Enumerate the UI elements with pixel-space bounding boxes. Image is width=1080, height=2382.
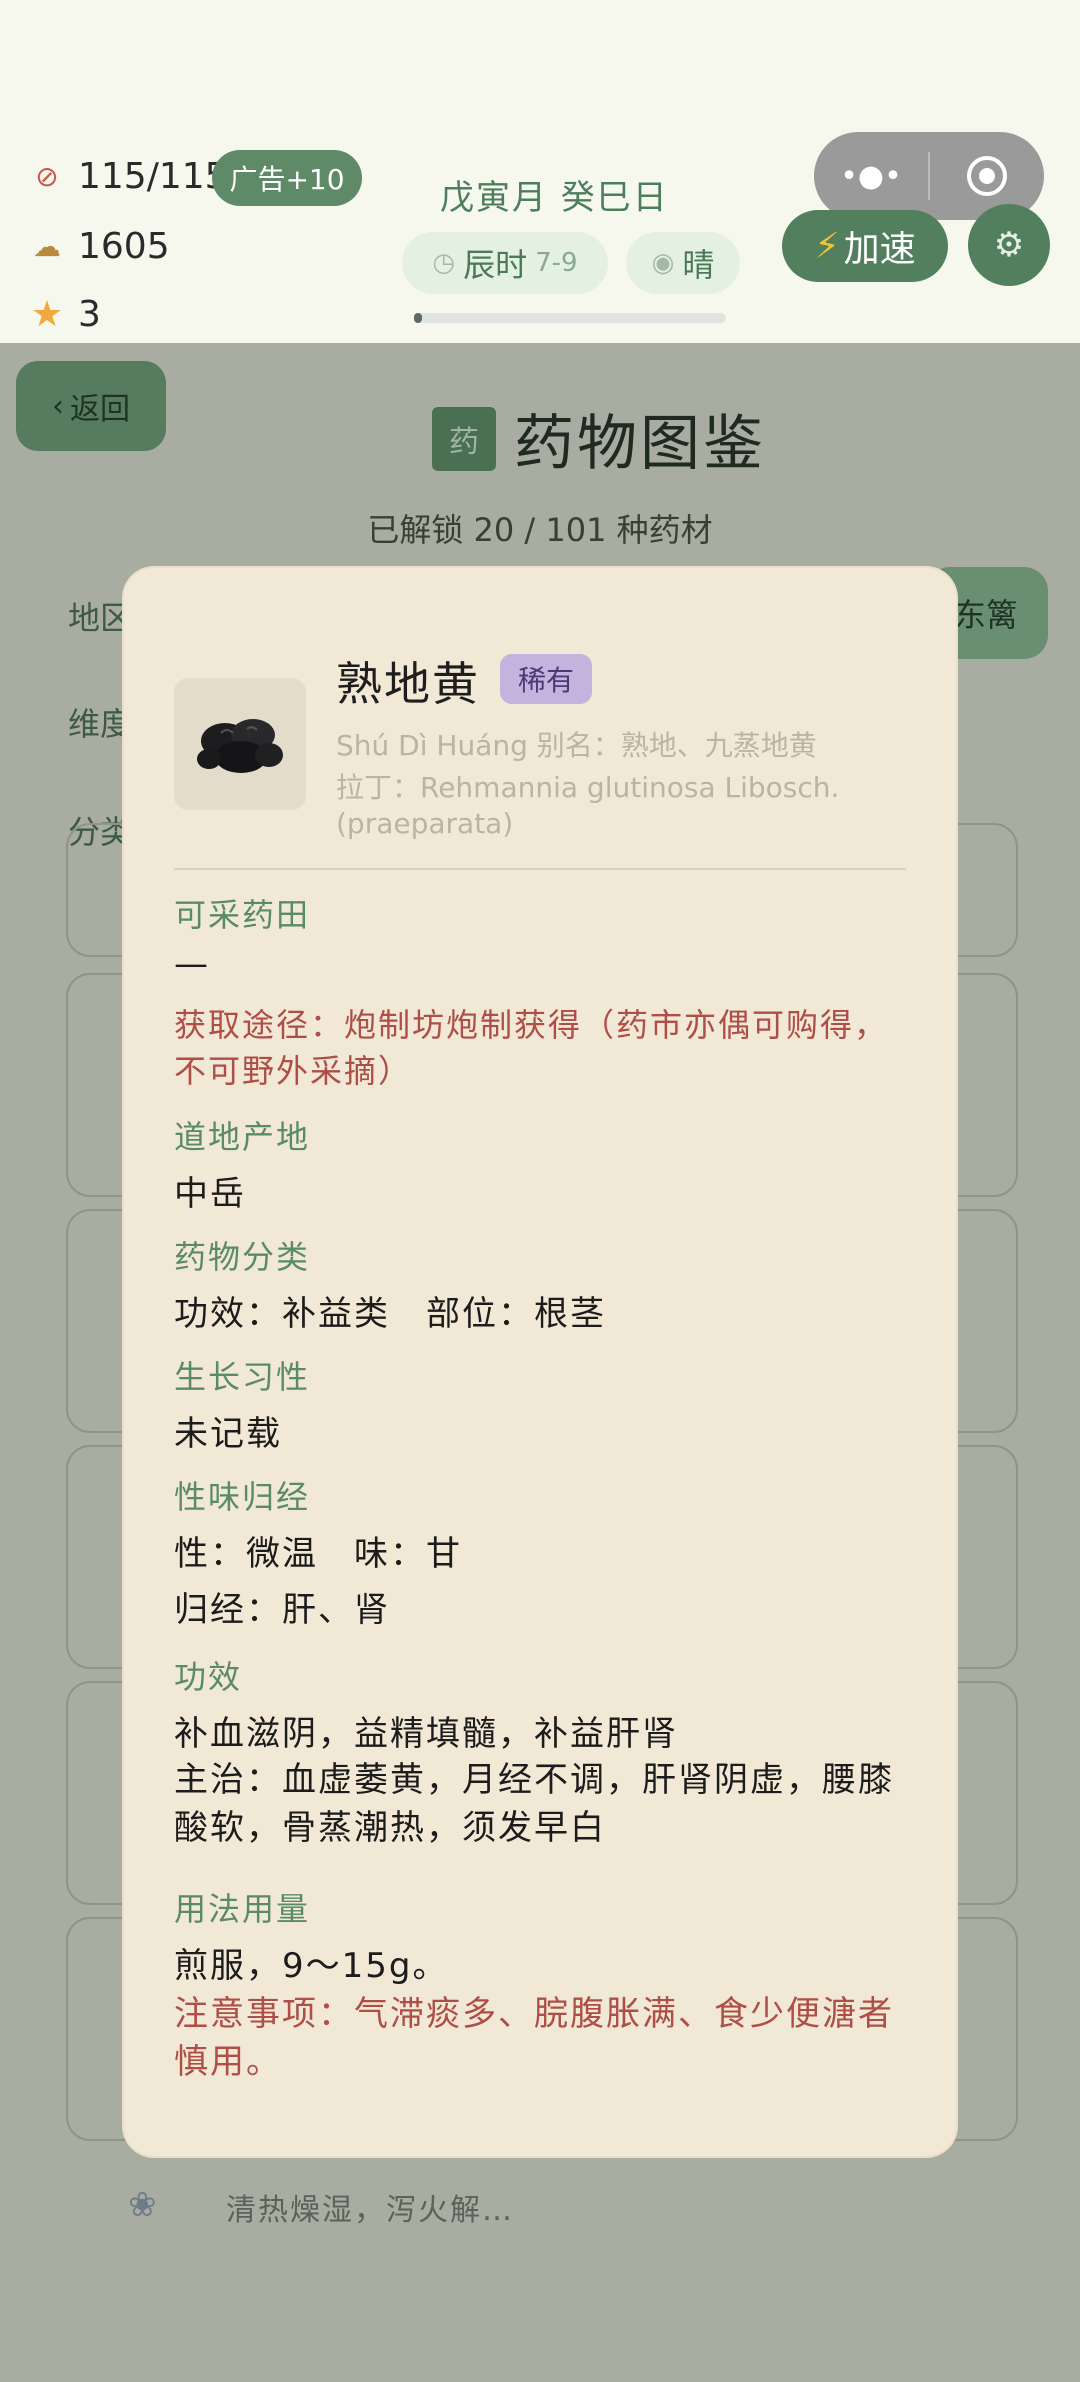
herb-pinyin-alias: Shú Dì Huáng 别名：熟地、九蒸地黄	[336, 729, 817, 762]
habit-value: 未记载	[174, 1414, 282, 1454]
herb-thumb-icon: ❀	[128, 2185, 157, 2225]
coin-value: 1605	[78, 226, 170, 267]
stamina-value: 115/115	[78, 156, 228, 197]
target-circle-icon[interactable]	[930, 132, 1044, 220]
stamina-icon: ⊘	[35, 160, 59, 193]
settings-button[interactable]: ⚙	[968, 204, 1050, 286]
back-label: 返回	[70, 392, 130, 427]
gear-icon: ⚙	[993, 225, 1025, 265]
page-title-text: 药物图鉴	[514, 409, 766, 479]
close-target-icon	[967, 156, 1007, 196]
status-hud: ⊘ 115/115 ☁ 1605 ★ 3 广告+10 戊寅月 癸巳日 ◷ 辰时 …	[0, 0, 1080, 343]
filter-dimension-label[interactable]: 维度	[68, 699, 132, 745]
star-icon: ★	[30, 294, 64, 335]
habit-heading: 生长习性	[174, 1358, 311, 1396]
weather-chip: ◉ 晴	[626, 232, 740, 294]
speed-up-label: 加速	[843, 229, 916, 270]
effect-heading: 功效	[174, 1658, 243, 1696]
title-badge: 药	[432, 406, 496, 471]
star-value: 3	[78, 294, 101, 335]
divider	[174, 868, 906, 870]
star-stat: ★ 3	[30, 294, 101, 335]
day-progress-fill	[414, 313, 422, 323]
usage-heading: 用法用量	[174, 1890, 311, 1928]
nature-heading: 性味归经	[174, 1478, 311, 1516]
nature-value: 性：微温 味：甘	[174, 1534, 462, 1574]
coin-stat: ☁ 1605	[30, 226, 170, 267]
clock-icon: ◷	[432, 248, 456, 278]
source-text: 获取途径：炮制坊炮制获得（药市亦偶可购得，不可野外采摘）	[174, 1006, 889, 1090]
category-heading: 药物分类	[174, 1238, 311, 1276]
weather-label: 晴	[682, 246, 715, 284]
effect-value: 补血滋阴，益精填髓，补益肝肾	[174, 1714, 678, 1754]
meridian-value: 归经：肝、肾	[174, 1590, 390, 1630]
unlock-count: 已解锁 20 / 101 种药材	[367, 511, 713, 549]
stamina-stat: ⊘ 115/115	[30, 156, 228, 197]
watch-ad-button[interactable]: 广告+10	[212, 150, 362, 206]
lightning-icon: ⚡	[814, 225, 840, 267]
herb-detail-modal: 熟地黄 稀有 Shú Dì Huáng 别名：熟地、九蒸地黄 拉丁：Rehman…	[124, 568, 956, 2156]
more-dots-icon[interactable]: •●•	[814, 132, 928, 220]
usage-value: 煎服，9～15g。	[174, 1946, 449, 1986]
speed-up-button[interactable]: ⚡ 加速	[782, 210, 948, 282]
herb-name: 熟地黄	[336, 657, 480, 711]
herb-item-desc: 清热燥湿，泻火解…	[226, 2193, 514, 2228]
origin-value: 中岳	[174, 1174, 246, 1214]
field-value: —	[174, 944, 210, 984]
herb-root-illustration	[197, 719, 283, 773]
herb-image	[174, 678, 306, 810]
field-heading: 可采药田	[174, 896, 311, 934]
time-chip: ◷ 辰时 7-9	[402, 232, 608, 294]
sun-icon: ◉	[651, 248, 675, 278]
origin-heading: 道地产地	[174, 1118, 311, 1156]
day-progress-bar	[414, 313, 726, 323]
time-label: 辰时	[463, 246, 528, 284]
indication-value: 主治：血虚萎黄，月经不调，肝肾阴虚，腰膝酸软，骨蒸潮热，须发早白	[174, 1760, 894, 1848]
filter-region-label[interactable]: 地区	[68, 593, 132, 639]
caution-text: 注意事项：气滞痰多、脘腹胀满、食少便溏者慎用。	[174, 1994, 894, 2082]
chevron-left-icon: ‹	[52, 388, 64, 424]
herb-latin-name: 拉丁：Rehmannia glutinosa Libosch. (praepar…	[336, 771, 840, 840]
game-date: 戊寅月 癸巳日	[440, 178, 669, 218]
rarity-badge: 稀有	[500, 654, 592, 704]
back-button[interactable]: ‹ 返回	[16, 361, 166, 451]
page-title: 药 药物图鉴	[432, 395, 766, 482]
category-value: 功效：补益类 部位：根茎	[174, 1294, 606, 1334]
coin-icon: ☁	[33, 230, 61, 263]
time-range: 7-9	[535, 248, 578, 278]
